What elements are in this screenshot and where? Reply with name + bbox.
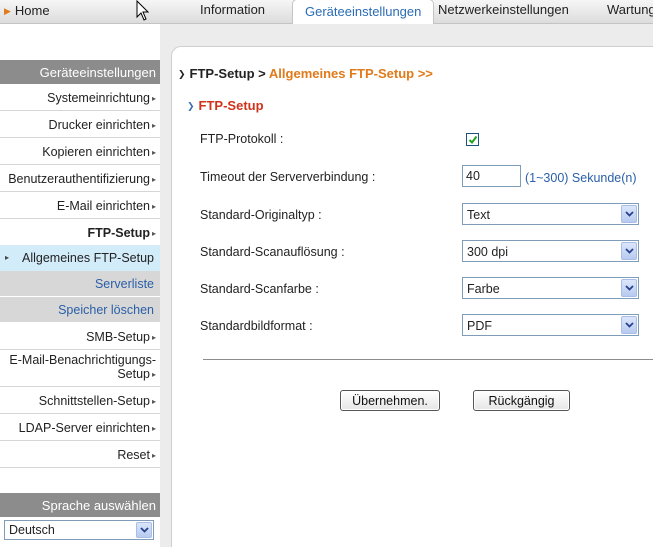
sidebar-subitem-label: Serverliste xyxy=(94,277,154,291)
chevron-right-icon: ▸ xyxy=(151,175,156,184)
scan-resolution-label: Standard-Scanauflösung : xyxy=(200,245,345,259)
section-title-text: FTP-Setup xyxy=(198,98,264,113)
apply-button[interactable]: Übernehmen. xyxy=(340,390,440,411)
language-header: Sprache auswählen xyxy=(0,493,160,517)
mouse-cursor-icon xyxy=(136,0,150,24)
chevron-right-icon: ▸ xyxy=(151,370,156,379)
image-format-label: Standardbildformat : xyxy=(200,319,313,333)
sidebar-item-label: Benutzerauthentifizierung xyxy=(8,172,150,186)
chevron-right-icon: ▸ xyxy=(151,229,156,238)
chevron-right-icon: ▸ xyxy=(151,148,156,157)
scan-color-label: Standard-Scanfarbe : xyxy=(200,282,319,296)
image-format-value: PDF xyxy=(467,319,492,333)
tab-network-settings[interactable]: Netzwerkeinstellungen xyxy=(438,2,569,17)
sidebar-subitem-label: Speicher löschen xyxy=(58,303,154,317)
breadcrumb-parent[interactable]: FTP-Setup xyxy=(190,66,255,81)
chevron-down-icon[interactable] xyxy=(621,205,637,223)
scan-resolution-value: 300 dpi xyxy=(467,245,509,259)
ftp-protocol-checkbox[interactable] xyxy=(466,133,479,146)
chevron-right-icon: ▸ xyxy=(151,94,156,103)
sidebar-item-reset[interactable]: Reset ▸ xyxy=(0,441,160,468)
breadcrumb-current: Allgemeines FTP-Setup >> xyxy=(268,66,433,81)
chevron-down-icon[interactable] xyxy=(621,279,637,297)
sidebar-item-label: FTP-Setup xyxy=(87,226,150,240)
breadcrumb: ❯ FTP-Setup > Allgemeines FTP-Setup >> xyxy=(178,66,433,81)
sidebar-subitem-label: Allgemeines FTP-Setup xyxy=(22,251,155,265)
chevron-down-icon[interactable] xyxy=(136,522,152,538)
tab-information[interactable]: Information xyxy=(200,2,265,17)
ftp-protocol-label: FTP-Protokoll : xyxy=(200,132,284,146)
chevron-right-icon: ▸ xyxy=(151,397,156,406)
sidebar-item-label-line1: E-Mail-Benachrichtigungs- xyxy=(9,353,156,367)
home-arrow-icon: ▶ xyxy=(4,6,11,16)
language-select-value: Deutsch xyxy=(9,523,55,537)
sidebar-item-email-setup[interactable]: E-Mail einrichten ▸ xyxy=(0,192,160,219)
sidebar-item-label: LDAP-Server einrichten xyxy=(18,421,150,435)
sidebar-item-label: Schnittstellen-Setup xyxy=(38,394,150,408)
chevron-down-icon[interactable] xyxy=(621,242,637,260)
original-type-value: Text xyxy=(467,208,490,222)
checkmark-icon xyxy=(468,135,478,145)
scan-color-select[interactable]: Farbe xyxy=(462,277,639,299)
sidebar: Geräteeinstellungen Systemeinrichtung ▸ D… xyxy=(0,60,160,468)
sidebar-item-ftp-setup[interactable]: FTP-Setup ▸ xyxy=(0,219,160,245)
form-divider xyxy=(203,359,653,360)
sidebar-item-label: Kopieren einrichten xyxy=(42,145,150,159)
section-title: ❯ FTP-Setup xyxy=(187,98,264,113)
timeout-range-hint: (1~300) Sekunde(n) xyxy=(525,171,637,185)
chevron-right-icon: ▸ xyxy=(151,424,156,433)
breadcrumb-separator: > xyxy=(258,66,266,81)
tab-device-settings[interactable]: Geräteeinstellungen xyxy=(292,0,435,27)
language-select[interactable]: Deutsch xyxy=(4,520,154,540)
sidebar-item-system-setup[interactable]: Systemeinrichtung ▸ xyxy=(0,84,160,111)
sidebar-subitem-server-list[interactable]: Serverliste xyxy=(0,271,160,297)
chevron-right-icon: ▸ xyxy=(151,451,156,460)
image-format-select[interactable]: PDF xyxy=(462,314,639,336)
timeout-input[interactable]: 40 xyxy=(462,165,521,187)
sidebar-item-label: SMB-Setup xyxy=(86,330,150,344)
sidebar-item-label: Reset xyxy=(117,448,150,462)
home-link[interactable]: ▶ Home xyxy=(4,3,50,18)
sidebar-subitem-general-ftp-setup[interactable]: ▸ Allgemeines FTP-Setup xyxy=(0,245,160,271)
current-item-marker-icon: ▸ xyxy=(5,253,10,262)
undo-button[interactable]: Rückgängig xyxy=(473,390,570,411)
chevron-right-icon: ▸ xyxy=(151,121,156,130)
sidebar-item-label-line2: Setup xyxy=(117,367,150,381)
scan-resolution-select[interactable]: 300 dpi xyxy=(462,240,639,262)
chevron-right-icon: ▸ xyxy=(151,333,156,342)
home-label: Home xyxy=(14,3,50,18)
chevron-right-icon: ▸ xyxy=(151,202,156,211)
sidebar-item-user-authentication[interactable]: Benutzerauthentifizierung ▸ xyxy=(0,165,160,192)
sidebar-header: Geräteeinstellungen xyxy=(0,60,160,84)
sidebar-item-printer-setup[interactable]: Drucker einrichten ▸ xyxy=(0,111,160,138)
scan-color-value: Farbe xyxy=(467,282,500,296)
sidebar-item-ldap-server-setup[interactable]: LDAP-Server einrichten ▸ xyxy=(0,414,160,441)
timeout-label: Timeout der Serververbindung : xyxy=(200,170,376,184)
section-marker-icon: ❯ xyxy=(187,101,195,111)
chevron-down-icon[interactable] xyxy=(621,316,637,334)
top-navigation: ▶ Home Information Geräteeinstellungen Ne… xyxy=(0,0,653,27)
sidebar-item-smb-setup[interactable]: SMB-Setup ▸ xyxy=(0,323,160,350)
original-type-label: Standard-Originaltyp : xyxy=(200,208,322,222)
original-type-select[interactable]: Text xyxy=(462,203,639,225)
breadcrumb-chevron-icon: ❯ xyxy=(178,69,186,79)
sidebar-item-label: Systemeinrichtung xyxy=(47,91,150,105)
sidebar-subitem-clear-memory[interactable]: Speicher löschen xyxy=(0,297,160,323)
sidebar-item-copy-setup[interactable]: Kopieren einrichten ▸ xyxy=(0,138,160,165)
sidebar-item-interface-setup[interactable]: Schnittstellen-Setup ▸ xyxy=(0,387,160,414)
tab-maintenance[interactable]: Wartung xyxy=(607,2,653,17)
sidebar-item-label: Drucker einrichten xyxy=(48,118,150,132)
sidebar-item-email-notification-setup[interactable]: E-Mail-Benachrichtigungs- Setup ▸ xyxy=(0,350,160,387)
sidebar-item-label: E-Mail einrichten xyxy=(56,199,150,213)
